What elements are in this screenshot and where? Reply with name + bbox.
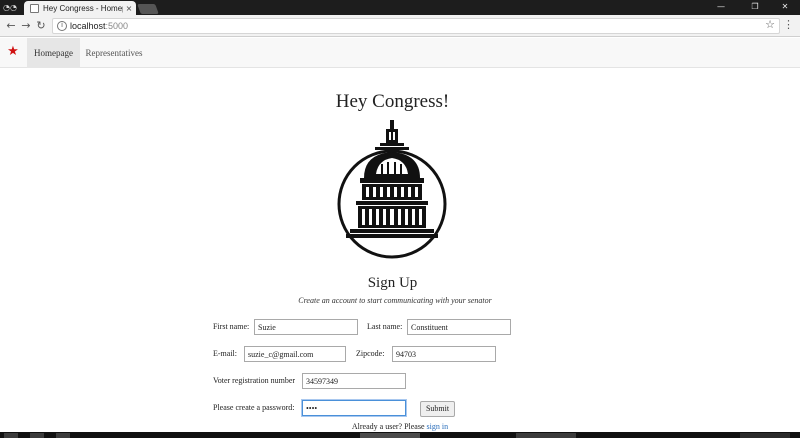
- site-info-icon[interactable]: i: [57, 21, 67, 31]
- more-vertical-icon[interactable]: ⋮: [783, 18, 794, 32]
- nav-link-homepage[interactable]: Homepage: [27, 38, 80, 68]
- first-name-label: First name:: [213, 322, 250, 331]
- last-name-field[interactable]: [407, 319, 511, 335]
- browser-toolbar: ← → ↻ i localhost:5000: [0, 15, 800, 37]
- system-tray[interactable]: [740, 433, 790, 438]
- nav-link-representatives[interactable]: Representatives: [83, 38, 145, 68]
- tab-title: Hey Congress - Homepage: [43, 4, 123, 13]
- last-name-label: Last name:: [367, 322, 403, 331]
- reload-icon[interactable]: ↻: [34, 18, 48, 34]
- start-icon[interactable]: [4, 433, 18, 438]
- voter-registration-field[interactable]: [302, 373, 406, 389]
- sign-in-link[interactable]: sign in: [427, 422, 449, 431]
- url-port: :5000: [105, 21, 129, 31]
- search-icon[interactable]: [30, 433, 44, 438]
- submit-button[interactable]: Submit: [420, 401, 455, 417]
- tab-close-icon[interactable]: ×: [124, 2, 134, 15]
- capitol-building-icon: [337, 120, 447, 259]
- password-label: Please create a password:: [213, 403, 295, 412]
- forward-arrow-icon[interactable]: →: [19, 18, 33, 34]
- already-user-prefix: Already a user? Please: [351, 422, 427, 431]
- os-taskbar: [0, 432, 800, 438]
- signup-subtitle: Create an account to start communicating…: [298, 296, 492, 305]
- address-bar[interactable]: i localhost:5000: [52, 18, 780, 34]
- email-label: E-mail:: [213, 349, 237, 358]
- close-icon[interactable]: ✕: [770, 0, 800, 14]
- email-field[interactable]: [244, 346, 346, 362]
- url-text: localhost:5000: [70, 19, 128, 33]
- zipcode-field[interactable]: [392, 346, 496, 362]
- restore-icon[interactable]: ❐: [740, 0, 770, 14]
- url-host: localhost: [70, 21, 106, 31]
- task-view-icon[interactable]: [56, 433, 70, 438]
- zipcode-label: Zipcode:: [356, 349, 385, 358]
- page-title: Hey Congress!: [335, 91, 450, 112]
- browser-tab[interactable]: Hey Congress - Homepage ×: [24, 1, 136, 16]
- first-name-field[interactable]: [254, 319, 358, 335]
- signup-title: Sign Up: [367, 275, 418, 291]
- bookmark-star-icon[interactable]: ☆: [764, 18, 776, 32]
- taskbar-app-window[interactable]: [516, 433, 576, 438]
- browser-titlebar: ◔◔ Hey Congress - Homepage × — ❐ ✕: [0, 0, 800, 16]
- back-arrow-icon[interactable]: ←: [4, 18, 18, 34]
- minimize-icon[interactable]: —: [706, 0, 736, 14]
- new-tab-button[interactable]: [137, 4, 159, 14]
- brand-star-icon[interactable]: ★: [5, 43, 21, 61]
- site-navbar: ★ Homepage Representatives: [0, 38, 800, 68]
- voter-registration-label: Voter registration number: [213, 376, 296, 385]
- taskbar-app-chrome[interactable]: [360, 433, 420, 438]
- incognito-icon: ◔◔: [3, 3, 17, 12]
- page-favicon-icon: [30, 4, 39, 13]
- password-field[interactable]: [302, 400, 406, 416]
